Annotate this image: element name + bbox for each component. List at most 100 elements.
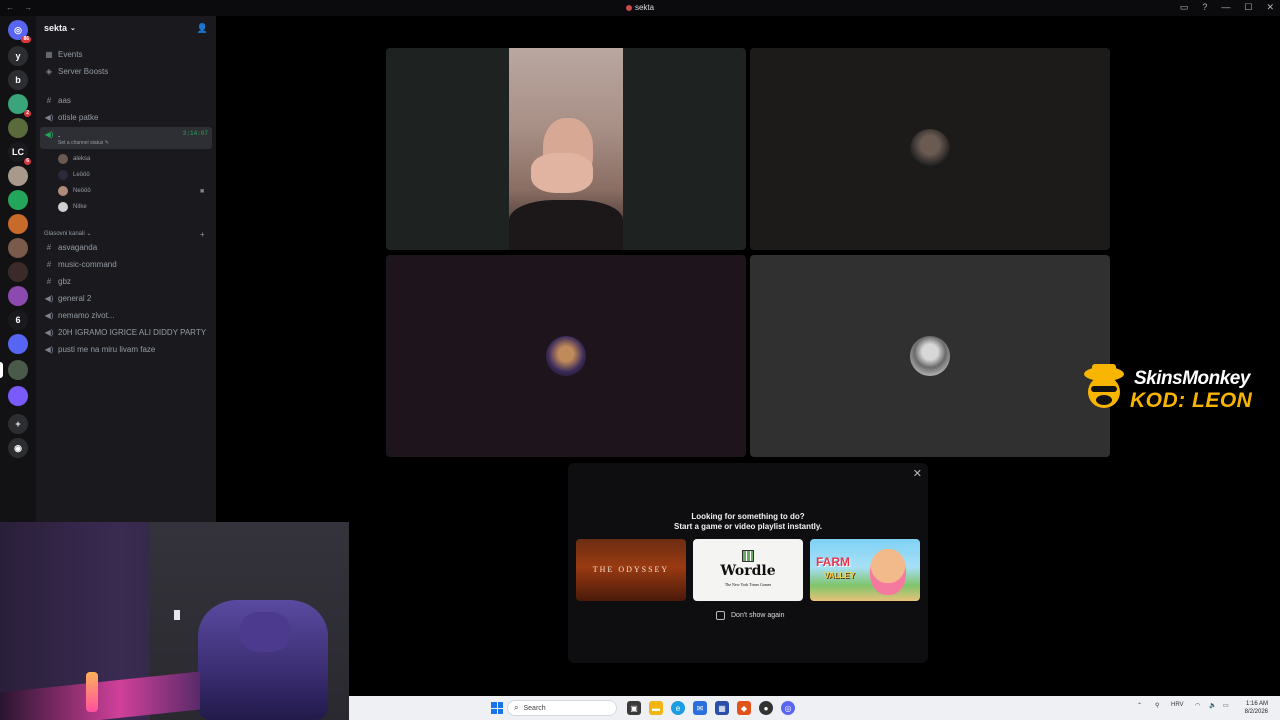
wifi-icon[interactable]: ◠ — [1195, 702, 1200, 709]
server-icon[interactable]: b — [8, 70, 28, 90]
server-icon[interactable] — [8, 118, 28, 138]
speaker-icon: ◀) — [44, 345, 54, 354]
store-icon[interactable]: ▦ — [715, 701, 729, 715]
video-tile-participant[interactable] — [750, 255, 1110, 457]
chevron-up-icon[interactable]: ⌃ — [1137, 702, 1142, 709]
text-channel[interactable]: # music-command — [40, 257, 212, 272]
server-icon[interactable] — [8, 360, 28, 380]
server-icon[interactable] — [8, 334, 28, 354]
chevron-down-icon: ⌄ — [70, 25, 76, 32]
voice-user-name: Nitke — [73, 204, 87, 210]
activity-subtitle: VALLEY — [824, 571, 855, 580]
text-channel[interactable]: # asvaganda — [40, 240, 212, 255]
close-icon[interactable]: ✕ — [913, 467, 922, 480]
inbox-icon[interactable]: ▭ — [1180, 2, 1189, 13]
server-icon[interactable] — [8, 190, 28, 210]
events-label: Events — [58, 50, 83, 59]
volume-icon[interactable]: 🔈 — [1209, 702, 1216, 709]
windows-start-icon[interactable] — [491, 702, 503, 714]
popup-heading: Looking for something to do? — [691, 512, 805, 521]
language-indicator[interactable]: HRV — [1171, 702, 1184, 708]
server-icon[interactable] — [8, 238, 28, 258]
server-rail: ◎ 86 y b 2 LC 6 6 + ◉ — [0, 16, 36, 536]
brave-icon[interactable]: ◆ — [737, 701, 751, 715]
battery-icon[interactable]: ▭ — [1223, 702, 1229, 709]
screen: ← → sekta ▭ ? — ☐ ✕ ◎ 86 y b 2 LC 6 6 + ◉ sekta ⌄ … — [0, 0, 1280, 720]
brand-name: SkinsMonkey — [1134, 368, 1250, 389]
file-explorer-icon[interactable]: ▬ — [649, 701, 663, 715]
call-timer: 3:14:07 — [182, 130, 208, 137]
popup-subheading: Start a game or video playlist instantly… — [674, 522, 822, 531]
speaker-icon: ◀) — [44, 130, 54, 139]
server-icon[interactable] — [8, 386, 28, 406]
discord-home-icon[interactable]: ◎ 86 — [8, 20, 31, 43]
network-icon[interactable]: ⚲ — [1155, 702, 1159, 709]
mail-icon[interactable]: ✉ — [693, 701, 707, 715]
add-channel-icon[interactable]: + — [200, 230, 205, 239]
channel-label: 20H IGRAMO IGRICE ALI DIDDY PARTY — [58, 328, 207, 337]
speaker-icon: ◀) — [44, 311, 54, 320]
chair-headrest — [240, 612, 290, 652]
activity-title: THE ODYSSEY — [592, 565, 670, 574]
voice-user-name: Neööö — [73, 188, 91, 194]
voice-channel[interactable]: ◀) nemamo zivot... — [40, 308, 212, 323]
task-view-icon[interactable]: ▣ — [627, 701, 641, 715]
server-label: LC — [12, 147, 24, 157]
activity-card-wordle[interactable]: Wordle The New York Times Games — [693, 539, 803, 601]
video-tile-camera[interactable] — [386, 48, 746, 250]
add-server-button[interactable]: + — [8, 414, 28, 434]
category-header[interactable]: Glasovni kanali ⌄ + — [44, 230, 205, 239]
edge-icon[interactable]: e — [671, 701, 685, 715]
discover-icon[interactable]: ◉ — [8, 438, 28, 458]
channel-label: gbz — [58, 277, 71, 286]
voice-user[interactable]: aleksa — [58, 152, 90, 166]
text-channel[interactable]: # aas — [40, 93, 212, 108]
server-icon[interactable]: 2 — [8, 94, 31, 117]
server-icon[interactable]: LC 6 — [8, 142, 31, 165]
activity-card-odyssey[interactable]: THE ODYSSEY — [576, 539, 686, 601]
voice-user[interactable]: Leööö — [58, 168, 90, 182]
microphone — [86, 672, 98, 712]
voice-channel[interactable]: ◀) 20H IGRAMO IGRICE ALI DIDDY PARTY — [40, 325, 212, 340]
app-icon[interactable]: ● — [759, 701, 773, 715]
close-button[interactable]: ✕ — [1266, 2, 1274, 13]
server-icon[interactable] — [8, 166, 28, 186]
server-label: 6 — [15, 315, 21, 325]
video-tile-participant[interactable] — [750, 48, 1110, 250]
hashtag-icon: # — [46, 96, 52, 105]
clock-date: 8/2/2026 — [1244, 709, 1268, 715]
minimize-button[interactable]: — — [1221, 2, 1230, 13]
channel-status-text: Set a channel status — [58, 140, 104, 146]
taskbar-search[interactable]: ⌕ Search — [507, 700, 617, 716]
voice-channel[interactable]: ◀) otisle patke — [40, 110, 212, 125]
maximize-button[interactable]: ☐ — [1244, 2, 1252, 13]
activity-subtitle: The New York Times Games — [724, 582, 772, 587]
voice-user[interactable]: Nitke — [58, 200, 87, 214]
server-header[interactable]: sekta ⌄ 👤 — [36, 16, 216, 40]
discord-icon[interactable]: ◎ — [781, 701, 795, 715]
voice-channel[interactable]: ◀) pusti me na miru livam faze — [40, 342, 212, 357]
channel-label: aas — [58, 96, 71, 105]
add-user-icon[interactable]: 👤 — [197, 23, 208, 34]
voice-channel[interactable]: ◀) general 2 — [40, 291, 212, 306]
help-icon[interactable]: ? — [1202, 2, 1207, 13]
dont-show-again-checkbox[interactable]: Don't show again — [716, 611, 784, 620]
events-link[interactable]: ▦ Events — [40, 47, 212, 62]
video-camera-icon: ■ — [200, 187, 205, 195]
server-boosts-link[interactable]: ◈ Server Boosts — [40, 64, 212, 79]
clock[interactable]: 1:16 AM 8/2/2026 — [1245, 700, 1268, 716]
video-tile-participant[interactable] — [386, 255, 746, 457]
server-icon[interactable]: y — [8, 46, 28, 66]
window-controls: ▭ ? — ☐ ✕ — [1180, 2, 1274, 13]
server-icon[interactable]: 6 — [8, 310, 28, 330]
server-boosts-label: Server Boosts — [58, 67, 109, 76]
server-icon[interactable] — [8, 286, 28, 306]
activity-card-farm[interactable]: FARM VALLEY — [810, 539, 920, 601]
channel-status[interactable]: Set a channel status ✎ — [58, 140, 109, 146]
text-channel[interactable]: # gbz — [40, 274, 212, 289]
server-icon[interactable] — [8, 214, 28, 234]
notification-badge: 6 — [24, 158, 31, 165]
active-voice-channel[interactable]: ◀) . 3:14:07 Set a channel status ✎ — [40, 127, 212, 149]
server-icon[interactable] — [8, 262, 28, 282]
voice-user[interactable]: Neööö ■ — [58, 184, 204, 198]
